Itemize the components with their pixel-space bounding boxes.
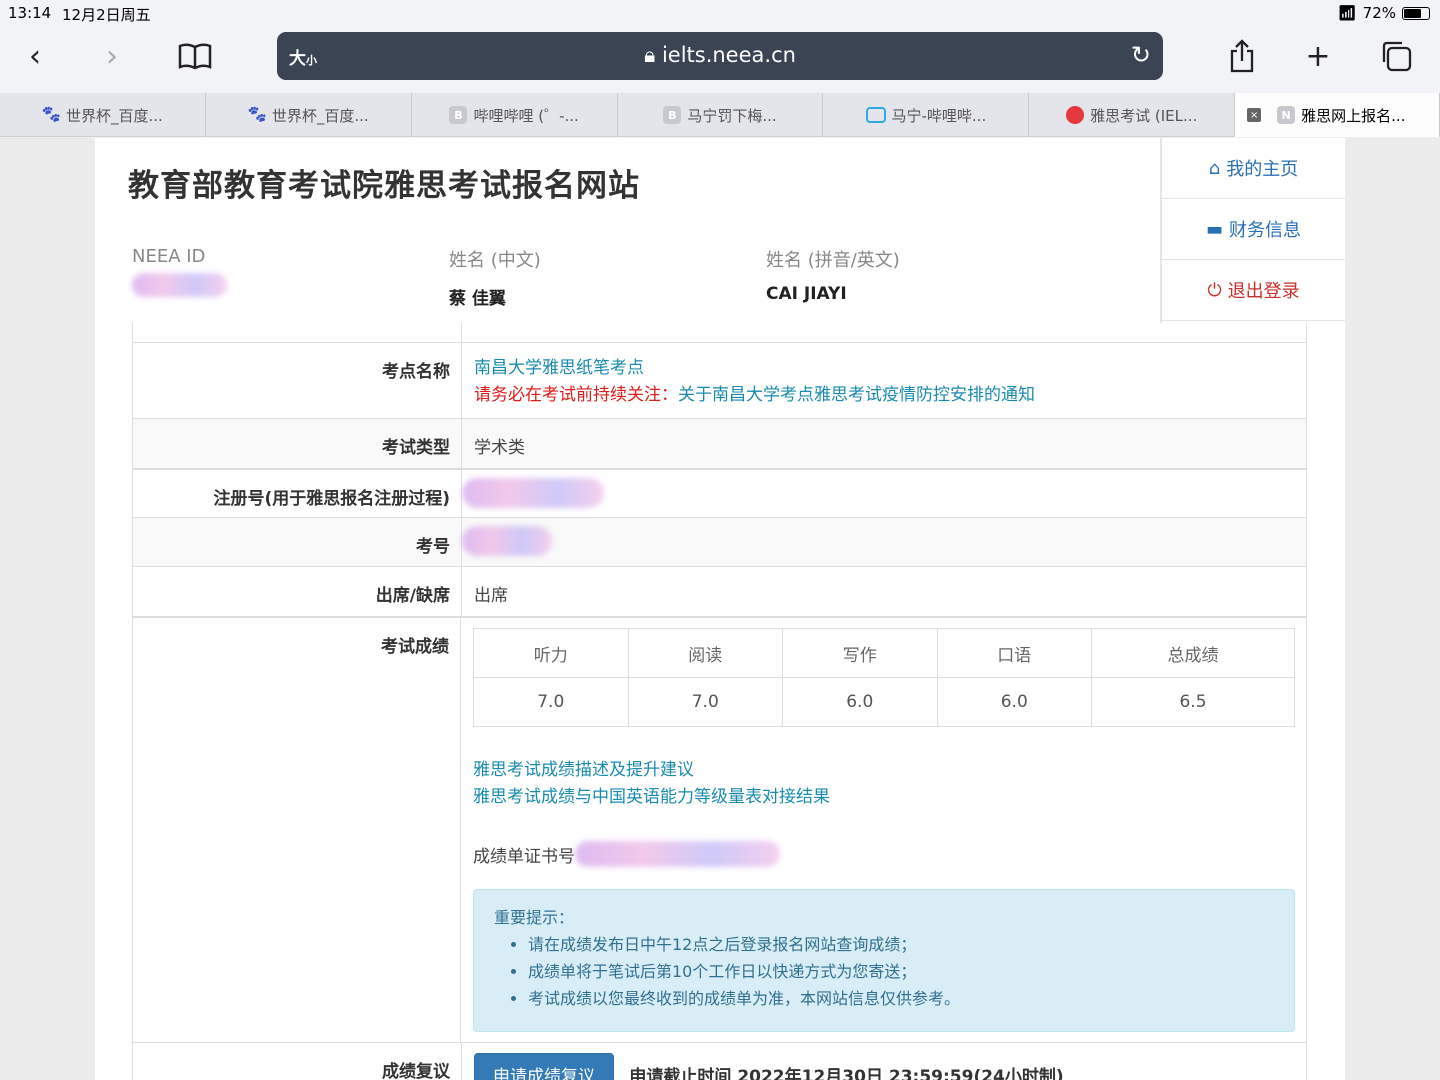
notice-item: 请在成绩发布日中午12点之后登录报名网站查询成绩；	[528, 931, 1274, 958]
baidu-icon: 🐾︎	[246, 105, 268, 125]
table-row-venue: 考点名称 南昌大学雅思纸笔考点 请务必在考试前持续关注：关于南昌大学考点雅思考试…	[133, 343, 1306, 419]
new-tab-icon[interactable]: +	[1298, 36, 1338, 76]
battery-percent: 72%	[1362, 4, 1396, 22]
n-letter-icon: N	[1277, 106, 1296, 124]
ielts-icon	[1066, 106, 1085, 124]
table-row-registration: 注册号(用于雅思报名注册过程)	[133, 469, 1306, 518]
close-tab-icon[interactable]: ×	[1247, 108, 1262, 122]
neea-id-label: NEEA ID	[132, 246, 206, 267]
back-icon[interactable]: ‹	[15, 36, 55, 76]
nav-home[interactable]: ⌂ 我的主页	[1162, 138, 1345, 199]
attendance-value: 出席	[474, 586, 508, 606]
score-header: 总成绩	[1091, 628, 1295, 678]
name-en-label: 姓名 (拼音/英文)	[766, 250, 900, 271]
score-description-link[interactable]: 雅思考试成绩描述及提升建议	[473, 757, 1295, 784]
attendance-label: 出席/缺席	[133, 567, 462, 616]
name-en: CAI JIAYI	[766, 284, 847, 304]
tab-maning-bili[interactable]: 马宁-哔哩哔...	[823, 93, 1030, 137]
table-row-type: 考试类型 学术类	[133, 419, 1306, 469]
url-text: ielts.neea.cn	[661, 43, 796, 67]
type-value: 学术类	[474, 438, 525, 458]
table-row-candidate: 考号	[133, 518, 1306, 567]
bookmarks-icon[interactable]	[175, 36, 215, 76]
cse-link[interactable]: 雅思考试成绩与中国英语能力等级量表对接结果	[473, 784, 1295, 811]
notice-item: 成绩单将于笔试后第10个工作日以快递方式为您寄送；	[528, 958, 1274, 985]
tab-baidu-1[interactable]: 🐾︎ 世界杯_百度...	[0, 93, 206, 137]
site-title: 教育部教育考试院雅思考试报名网站	[128, 168, 640, 204]
reload-icon[interactable]: ↻	[1131, 41, 1151, 69]
wifi-icon: 📶︎	[1337, 4, 1357, 22]
redacted-trf	[575, 841, 780, 867]
review-deadline: 申请截止时间 2022年12月30日 23:59:59(24小时制)	[629, 1067, 1064, 1080]
table-row-clipped	[133, 323, 1306, 343]
notice-link[interactable]: 关于南昌大学考点雅思考试疫情防控安排的通知	[678, 385, 1035, 405]
tab-bilibili[interactable]: B 哔哩哔哩 (゜-...	[412, 93, 618, 137]
type-label: 考试类型	[133, 419, 462, 468]
redacted-registration	[462, 478, 604, 508]
lock-icon: 🔒︎	[644, 43, 656, 67]
tabs-overview-icon[interactable]	[1376, 36, 1416, 76]
baidu-icon: 🐾︎	[40, 105, 62, 125]
score-header: 听力	[473, 628, 629, 678]
apply-review-button[interactable]: 申请成绩复议	[474, 1053, 614, 1080]
home-icon: ⌂	[1208, 157, 1221, 179]
table-row-attendance: 出席/缺席 出席	[133, 567, 1306, 617]
forward-icon[interactable]: ›	[92, 36, 132, 76]
score-header: 口语	[936, 628, 1092, 678]
table-row-review: 成绩复议 申请成绩复议 申请截止时间 2022年12月30日 23:59:59(…	[133, 1043, 1306, 1080]
battery-icon	[1402, 6, 1430, 20]
name-cn: 蔡 佳翼	[449, 289, 506, 309]
status-time: 13:14	[8, 4, 52, 22]
notice-item: 考试成绩以您最终收到的成绩单为准，本网站信息仅供参考。	[528, 985, 1274, 1012]
score-header: 阅读	[627, 628, 783, 678]
score-reading: 7.0	[627, 677, 783, 727]
side-nav: ⌂ 我的主页 ▬ 财务信息 ⏻ 退出登录	[1160, 138, 1345, 323]
redacted-neea-id	[132, 273, 227, 297]
briefcase-icon: ▬	[1205, 218, 1223, 240]
redacted-candidate	[462, 526, 552, 556]
status-date: 12月2日周五	[62, 6, 151, 24]
tab-baidu-2[interactable]: 🐾︎ 世界杯_百度...	[206, 93, 412, 137]
battery-level	[1404, 8, 1421, 18]
tv-icon	[865, 107, 886, 123]
share-icon[interactable]	[1222, 36, 1262, 76]
review-label: 成绩复议	[133, 1043, 462, 1080]
status-bar: 13:14 12月2日周五 📶︎ 72%	[0, 0, 1440, 26]
important-notice: 重要提示： 请在成绩发布日中午12点之后登录报名网站查询成绩； 成绩单将于笔试后…	[473, 889, 1295, 1032]
power-icon: ⏻	[1207, 279, 1222, 301]
b-letter-icon: B	[663, 106, 682, 124]
score-table: 听力 阅读 写作 口语 总成绩 7.0 7.0 6.0 6.0 6.5	[473, 628, 1295, 727]
tab-maning[interactable]: B 马宁罚下梅...	[618, 93, 824, 137]
score-overall: 6.5	[1091, 677, 1295, 727]
notice-title: 重要提示：	[494, 908, 575, 927]
scores-label: 考试成绩	[133, 618, 461, 1042]
table-row-scores: 考试成绩 听力 阅读 写作 口语 总成绩 7.0 7.0 6.0 6.0 6.5…	[133, 617, 1306, 1043]
web-page: 教育部教育考试院雅思考试报名网站 NEEA ID 姓名 (中文) 蔡 佳翼 姓名…	[0, 138, 1440, 1080]
nav-logout[interactable]: ⏻ 退出登录	[1162, 260, 1345, 321]
notice-prefix: 请务必在考试前持续关注：	[474, 385, 678, 405]
registration-label: 注册号(用于雅思报名注册过程)	[133, 470, 462, 517]
score-header: 写作	[782, 628, 938, 678]
nav-finance[interactable]: ▬ 财务信息	[1162, 199, 1345, 260]
score-listening: 7.0	[473, 677, 629, 727]
score-writing: 6.0	[782, 677, 938, 727]
name-cn-label: 姓名 (中文)	[449, 250, 541, 271]
b-letter-icon: B	[449, 106, 468, 124]
tab-ielts-register[interactable]: × N 雅思网上报名...	[1235, 93, 1440, 137]
address-bar[interactable]: 大小 🔒︎ ielts.neea.cn ↻	[277, 32, 1163, 80]
score-speaking: 6.0	[936, 677, 1092, 727]
tab-bar: 🐾︎ 世界杯_百度... 🐾︎ 世界杯_百度... B 哔哩哔哩 (゜-... B 马宁…	[0, 93, 1440, 137]
venue-link[interactable]: 南昌大学雅思纸笔考点	[474, 355, 1295, 382]
candidate-label: 考号	[133, 518, 462, 566]
page-header: 教育部教育考试院雅思考试报名网站 NEEA ID 姓名 (中文) 蔡 佳翼 姓名…	[95, 138, 1160, 323]
exam-info-table: 考点名称 南昌大学雅思纸笔考点 请务必在考试前持续关注：关于南昌大学考点雅思考试…	[132, 323, 1307, 1080]
tab-ielts[interactable]: 雅思考试 (IEL...	[1029, 93, 1236, 137]
venue-label: 考点名称	[133, 343, 462, 418]
browser-toolbar: ‹ › 大小 🔒︎ ielts.neea.cn ↻ +	[0, 26, 1440, 93]
trf-label: 成绩单证书号	[473, 846, 575, 867]
